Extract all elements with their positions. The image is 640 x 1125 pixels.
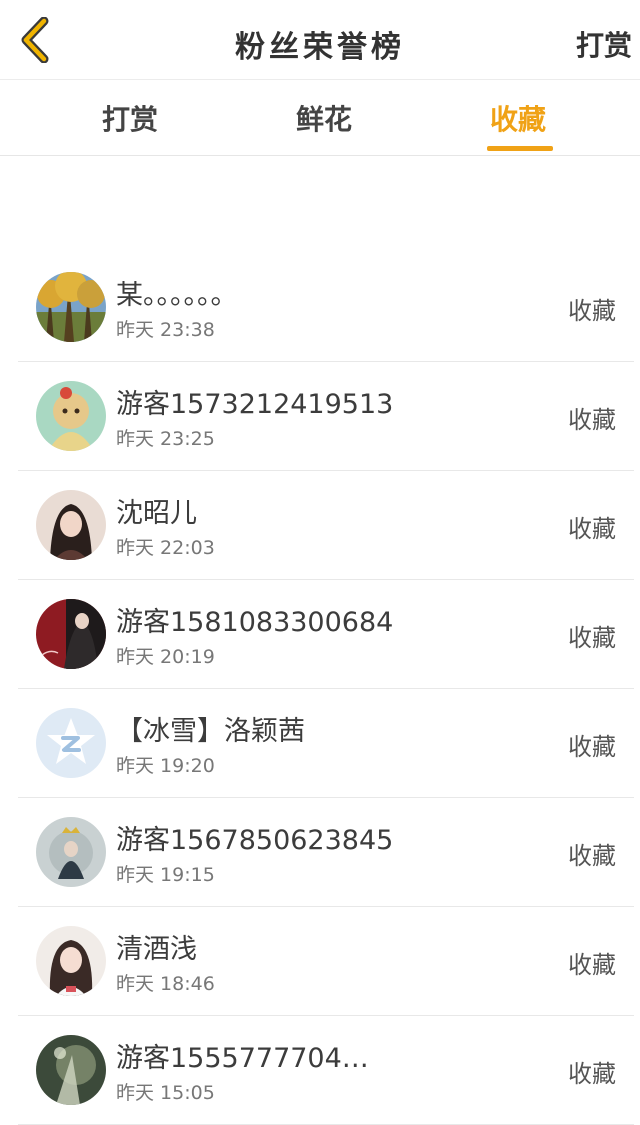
- fan-name: 游客1555777704…: [116, 1043, 369, 1074]
- fan-time: 昨天 23:25: [116, 428, 215, 450]
- fan-list: 某。。。。。。 昨天 23:38 收藏 游客1573212419513 昨天 2…: [18, 253, 634, 1125]
- fan-name: 清酒浅: [116, 934, 197, 965]
- fan-time: 昨天 20:19: [116, 646, 215, 668]
- fan-time: 昨天 18:46: [116, 973, 215, 995]
- tab-bar: 打赏 鲜花 收藏: [0, 80, 640, 156]
- tab-flowers[interactable]: 鲜花: [296, 98, 352, 138]
- fan-action: 收藏: [568, 624, 616, 652]
- avatar: [36, 1035, 106, 1105]
- fan-time: 昨天 23:38: [116, 319, 215, 341]
- fan-action: 收藏: [568, 1060, 616, 1088]
- fan-action: 收藏: [568, 733, 616, 761]
- fan-name: 【冰雪】洛颖茜: [116, 716, 305, 747]
- fan-action: 收藏: [568, 297, 616, 325]
- list-item[interactable]: 游客1567850623845 昨天 19:15 收藏: [18, 798, 634, 907]
- fan-name: 游客1573212419513: [116, 389, 394, 420]
- fan-time: 昨天 22:03: [116, 537, 215, 559]
- fan-action: 收藏: [568, 406, 616, 434]
- fan-name: 游客1567850623845: [116, 825, 394, 856]
- tab-reward[interactable]: 打赏: [102, 98, 158, 138]
- list-item[interactable]: 游客1581083300684 昨天 20:19 收藏: [18, 580, 634, 689]
- avatar: [36, 599, 106, 669]
- avatar: [36, 490, 106, 560]
- fan-name: 某。。。。。。: [116, 280, 238, 311]
- list-item[interactable]: 游客1573212419513 昨天 23:25 收藏: [18, 362, 634, 471]
- list-item[interactable]: 沈昭儿 昨天 22:03 收藏: [18, 471, 634, 580]
- page-title: 粉丝荣誉榜: [235, 30, 405, 65]
- reward-button[interactable]: 打赏: [576, 24, 632, 64]
- fan-time: 昨天 19:15: [116, 864, 215, 886]
- top-bar: 粉丝荣誉榜 打赏: [0, 0, 640, 80]
- fan-name: 沈昭儿: [116, 498, 197, 529]
- avatar: [36, 926, 106, 996]
- fan-name: 游客1581083300684: [116, 607, 394, 638]
- tab-favorites[interactable]: 收藏: [490, 98, 546, 138]
- fan-time: 昨天 15:05: [116, 1082, 215, 1104]
- fan-action: 收藏: [568, 515, 616, 543]
- avatar: [36, 272, 106, 342]
- list-item[interactable]: 清酒浅 昨天 18:46 收藏: [18, 907, 634, 1016]
- list-item[interactable]: 某。。。。。。 昨天 23:38 收藏: [18, 253, 634, 362]
- fan-action: 收藏: [568, 842, 616, 870]
- avatar: [36, 381, 106, 451]
- avatar: [36, 817, 106, 887]
- active-tab-indicator: [487, 146, 553, 151]
- fan-action: 收藏: [568, 951, 616, 979]
- avatar: [36, 708, 106, 778]
- list-item[interactable]: 【冰雪】洛颖茜 昨天 19:20 收藏: [18, 689, 634, 798]
- fan-time: 昨天 19:20: [116, 755, 215, 777]
